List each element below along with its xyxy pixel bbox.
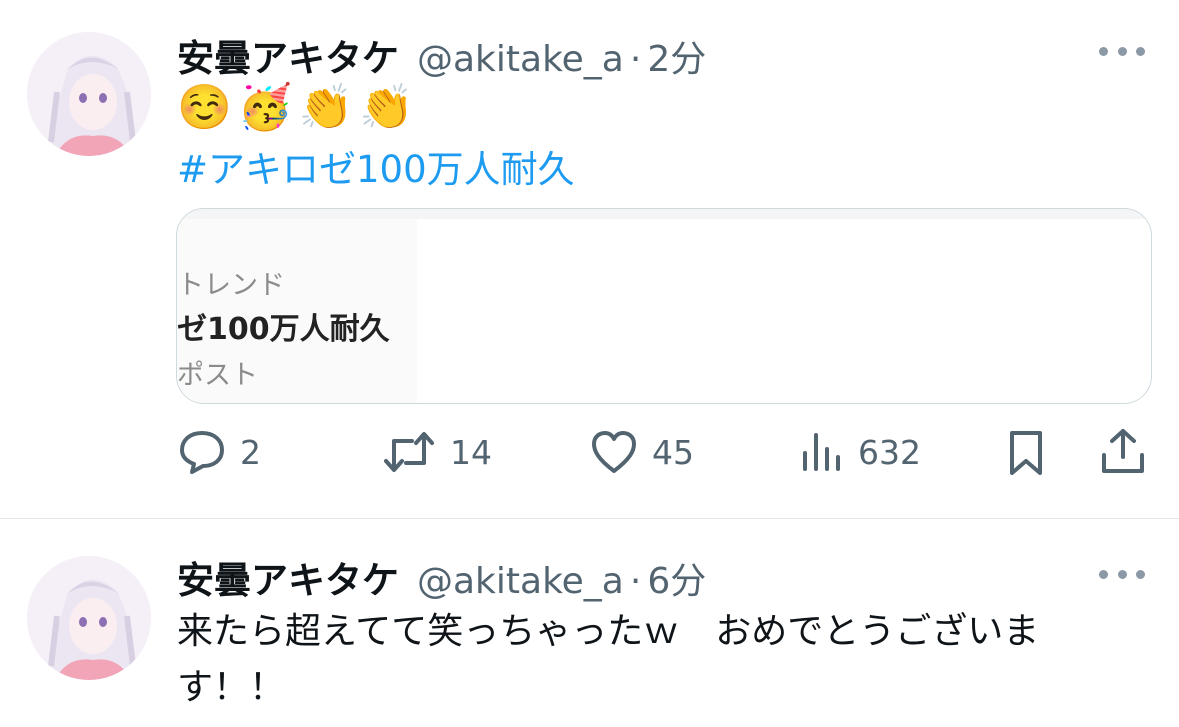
like-icon — [592, 431, 636, 473]
avatar-image — [27, 556, 151, 680]
avatar-image — [27, 32, 151, 156]
timestamp[interactable]: 2分 — [647, 30, 706, 82]
author-name[interactable]: 安曇アキタケ — [177, 550, 399, 604]
share-icon — [1102, 429, 1144, 473]
clapping-hands-emoji: 👏 — [298, 82, 354, 133]
like-count: 45 — [652, 432, 694, 472]
repost-icon — [384, 432, 434, 472]
tweet-header: 安曇アキタケ @akitake_a · 2分 — [177, 28, 706, 82]
more-icon[interactable] — [1099, 44, 1145, 58]
card-top-strip — [177, 209, 1151, 219]
author-name[interactable]: 安曇アキタケ — [177, 28, 399, 82]
emoji-row: ☺️ 🥳 👏 👏 — [177, 82, 414, 134]
avatar[interactable] — [27, 32, 151, 156]
bookmark-icon — [1010, 431, 1042, 475]
views-button[interactable]: 632 — [800, 429, 921, 475]
share-button[interactable] — [1100, 427, 1146, 475]
bookmark-button[interactable] — [1006, 429, 1046, 477]
repost-count: 14 — [450, 432, 492, 472]
card-line-topic: ゼ100万人耐久 — [177, 312, 390, 347]
author-handle[interactable]: @akitake_a — [417, 39, 624, 80]
avatar[interactable] — [27, 556, 151, 680]
more-icon[interactable] — [1099, 567, 1145, 581]
like-button[interactable]: 45 — [590, 429, 694, 475]
action-bar: 2 14 45 632 — [0, 425, 1179, 481]
card-screenshot: トレンド ゼ100万人耐久 ポスト — [177, 219, 417, 403]
hashtag-link[interactable]: #アキロゼ100万人耐久 — [177, 139, 575, 193]
reply-icon — [180, 431, 224, 474]
timestamp[interactable]: 6分 — [647, 552, 706, 604]
view-count: 632 — [858, 432, 921, 472]
separator-dot: · — [629, 39, 642, 80]
card-line-posts: ポスト — [177, 360, 258, 391]
separator-dot: · — [629, 561, 642, 602]
author-handle[interactable]: @akitake_a — [417, 561, 624, 602]
trend-screenshot-card[interactable]: トレンド ゼ100万人耐久 ポスト — [176, 208, 1152, 404]
clapping-hands-emoji: 👏 — [359, 82, 415, 133]
card-line-trend: トレンド — [177, 270, 285, 301]
tweet-text: 来たら超えてて笑っちゃったｗ おめでとうございます！！ — [177, 611, 1040, 708]
tweet-1[interactable]: 安曇アキタケ @akitake_a · 2分 ☺️ 🥳 👏 👏 #アキロゼ100… — [0, 0, 1179, 518]
smiling-face-emoji: ☺️ — [177, 82, 232, 133]
views-icon — [803, 433, 840, 471]
partying-face-emoji: 🥳 — [237, 82, 293, 133]
tweet-header: 安曇アキタケ @akitake_a · 6分 — [177, 550, 706, 604]
reply-count: 2 — [240, 432, 261, 472]
reply-button[interactable]: 2 — [178, 429, 261, 475]
repost-button[interactable]: 14 — [382, 429, 492, 475]
